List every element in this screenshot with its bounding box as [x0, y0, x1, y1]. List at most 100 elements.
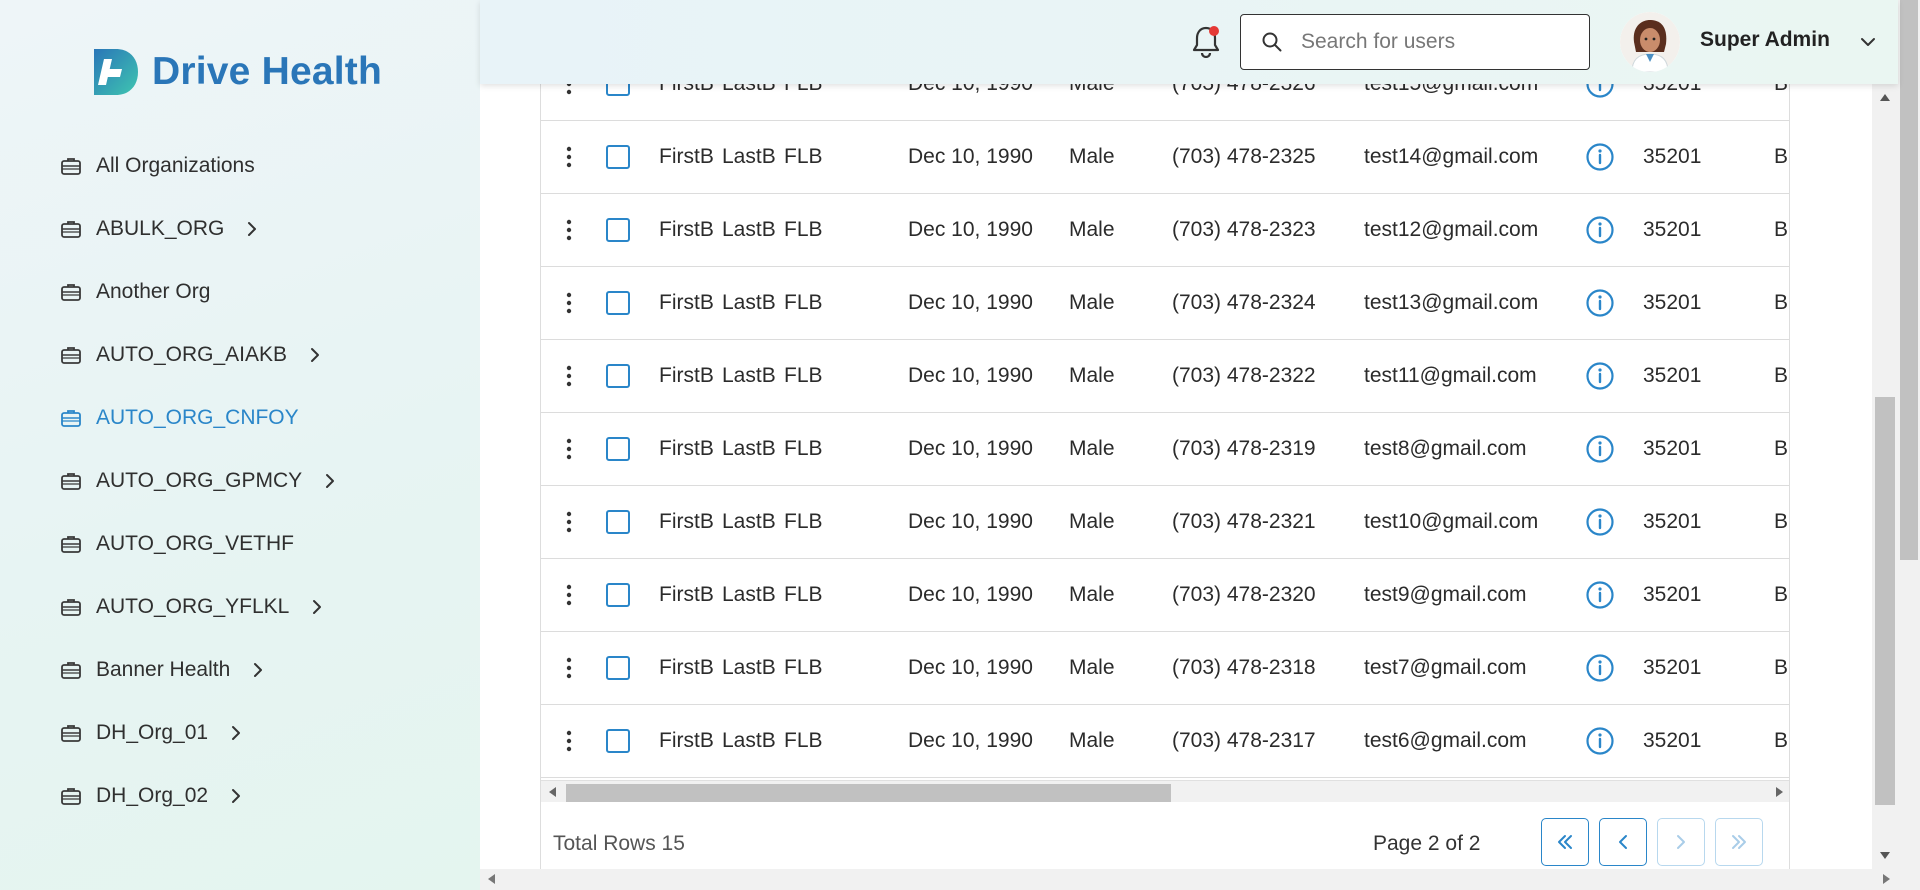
scrollbar-thumb[interactable]	[566, 784, 1171, 802]
extra-cell: B	[1774, 291, 1789, 314]
user-search-box[interactable]	[1240, 14, 1590, 70]
info-icon[interactable]	[1585, 580, 1615, 610]
page-vertical-scrollbar[interactable]	[1898, 0, 1920, 890]
table-row[interactable]: FirstB LastB FLB Dec 10, 1990 Male (703) 478-…	[541, 84, 1789, 121]
chevron-right-icon[interactable]	[248, 660, 268, 680]
scroll-right-arrow-icon[interactable]	[1776, 787, 1783, 797]
first-name-cell: FirstB	[659, 145, 714, 168]
row-actions-kebab-icon[interactable]	[565, 84, 573, 96]
sidebar-item-auto-org-cnfoy[interactable]: AUTO_ORG_CNFOY	[60, 397, 460, 439]
email-cell: test8@gmail.com	[1364, 437, 1527, 460]
table-row[interactable]: FirstB LastB FLB Dec 10, 1990 Male (703) 478-…	[541, 632, 1789, 705]
scroll-left-arrow-icon[interactable]	[549, 787, 556, 797]
chevron-down-icon[interactable]	[1858, 32, 1878, 52]
sidebar-item-auto-org-gpmcy[interactable]: AUTO_ORG_GPMCY	[60, 460, 460, 502]
first-name-cell: FirstB	[659, 84, 714, 96]
row-actions-kebab-icon[interactable]	[565, 729, 573, 753]
info-icon[interactable]	[1585, 653, 1615, 683]
row-actions-kebab-icon[interactable]	[565, 364, 573, 388]
first-page-button[interactable]	[1541, 818, 1589, 866]
chevron-right-icon[interactable]	[320, 471, 340, 491]
last-name-cell: LastB	[722, 364, 776, 387]
row-checkbox[interactable]	[606, 218, 630, 242]
phone-cell: (703) 478-2324	[1172, 291, 1316, 314]
row-checkbox[interactable]	[606, 145, 630, 169]
chevron-right-icon[interactable]	[305, 345, 325, 365]
chevron-right-icon[interactable]	[242, 219, 262, 239]
sidebar-item-label: AUTO_ORG_VETHF	[96, 532, 294, 555]
scroll-right-arrow-icon[interactable]	[1883, 874, 1890, 884]
row-actions-kebab-icon[interactable]	[565, 583, 573, 607]
initials-cell: FLB	[784, 510, 823, 533]
row-checkbox[interactable]	[606, 510, 630, 534]
row-checkbox[interactable]	[606, 729, 630, 753]
user-name[interactable]: Super Admin	[1700, 28, 1830, 52]
info-icon[interactable]	[1585, 361, 1615, 391]
row-actions-kebab-icon[interactable]	[565, 437, 573, 461]
table-row[interactable]: FirstB LastB FLB Dec 10, 1990 Male (703) 478-…	[541, 705, 1789, 778]
info-icon[interactable]	[1585, 84, 1615, 99]
row-checkbox[interactable]	[606, 291, 630, 315]
sidebar-item-abulk-org[interactable]: ABULK_ORG	[60, 208, 460, 250]
user-avatar[interactable]	[1620, 12, 1680, 72]
sidebar-item-dh-org-02[interactable]: DH_Org_02	[60, 775, 460, 817]
previous-page-button[interactable]	[1599, 818, 1647, 866]
notifications-bell-icon[interactable]	[1190, 24, 1222, 59]
row-actions-kebab-icon[interactable]	[565, 656, 573, 680]
info-icon[interactable]	[1585, 215, 1615, 245]
table-row[interactable]: FirstB LastB FLB Dec 10, 1990 Male (703) 478-…	[541, 340, 1789, 413]
chevron-right-icon[interactable]	[226, 786, 246, 806]
initials-cell: FLB	[784, 437, 823, 460]
table-row[interactable]: FirstB LastB FLB Dec 10, 1990 Male (703) 478-…	[541, 413, 1789, 486]
sidebar-item-banner-health[interactable]: Banner Health	[60, 649, 460, 691]
table-row[interactable]: FirstB LastB FLB Dec 10, 1990 Male (703) 478-…	[541, 121, 1789, 194]
sidebar-item-another-org[interactable]: Another Org	[60, 271, 460, 313]
row-actions-kebab-icon[interactable]	[565, 218, 573, 242]
table-row[interactable]: FirstB LastB FLB Dec 10, 1990 Male (703) 478-…	[541, 559, 1789, 632]
chevron-right-icon[interactable]	[307, 597, 327, 617]
logo[interactable]: Drive Health	[86, 46, 382, 98]
gender-cell: Male	[1069, 656, 1115, 679]
sidebar-item-auto-org-vethf[interactable]: AUTO_ORG_VETHF	[60, 523, 460, 565]
row-actions-kebab-icon[interactable]	[565, 145, 573, 169]
gender-cell: Male	[1069, 364, 1115, 387]
search-input[interactable]	[1301, 30, 1551, 54]
row-checkbox[interactable]	[606, 84, 630, 96]
scrollbar-thumb[interactable]	[1900, 0, 1918, 560]
table-horizontal-scrollbar[interactable]	[541, 780, 1789, 802]
row-checkbox[interactable]	[606, 583, 630, 607]
extra-cell: B	[1774, 84, 1788, 96]
scroll-left-arrow-icon[interactable]	[488, 874, 495, 884]
sidebar-item-auto-org-aiakb[interactable]: AUTO_ORG_AIAKB	[60, 334, 460, 376]
page-horizontal-scrollbar[interactable]	[480, 869, 1898, 890]
scroll-up-arrow-icon[interactable]	[1880, 94, 1890, 101]
scrollbar-thumb[interactable]	[1875, 397, 1895, 805]
sidebar-item-dh-org-01[interactable]: DH_Org_01	[60, 712, 460, 754]
row-checkbox[interactable]	[606, 364, 630, 388]
next-page-button[interactable]	[1657, 818, 1705, 866]
last-page-button[interactable]	[1715, 818, 1763, 866]
initials-cell: FLB	[784, 583, 823, 606]
table-row[interactable]: FirstB LastB FLB Dec 10, 1990 Male (703) 478-…	[541, 194, 1789, 267]
initials-cell: FLB	[784, 145, 823, 168]
row-checkbox[interactable]	[606, 656, 630, 680]
last-name-cell: LastB	[722, 291, 776, 314]
chevron-right-icon[interactable]	[226, 723, 246, 743]
row-checkbox[interactable]	[606, 437, 630, 461]
info-icon[interactable]	[1585, 507, 1615, 537]
zip-cell: 35201	[1643, 583, 1702, 606]
table-row[interactable]: FirstB LastB FLB Dec 10, 1990 Male (703) 478-…	[541, 267, 1789, 340]
table-row[interactable]: FirstB LastB FLB Dec 10, 1990 Male (703) 478-…	[541, 486, 1789, 559]
gender-cell: Male	[1069, 583, 1115, 606]
info-icon[interactable]	[1585, 142, 1615, 172]
row-actions-kebab-icon[interactable]	[565, 510, 573, 534]
sidebar-item-auto-org-yflkl[interactable]: AUTO_ORG_YFLKL	[60, 586, 460, 628]
info-icon[interactable]	[1585, 726, 1615, 756]
phone-cell: (703) 478-2319	[1172, 437, 1316, 460]
info-icon[interactable]	[1585, 288, 1615, 318]
sidebar-item-all-organizations[interactable]: All Organizations	[60, 145, 460, 187]
row-actions-kebab-icon[interactable]	[565, 291, 573, 315]
content-vertical-scrollbar[interactable]	[1872, 84, 1898, 869]
info-icon[interactable]	[1585, 434, 1615, 464]
scroll-down-arrow-icon[interactable]	[1880, 852, 1890, 859]
